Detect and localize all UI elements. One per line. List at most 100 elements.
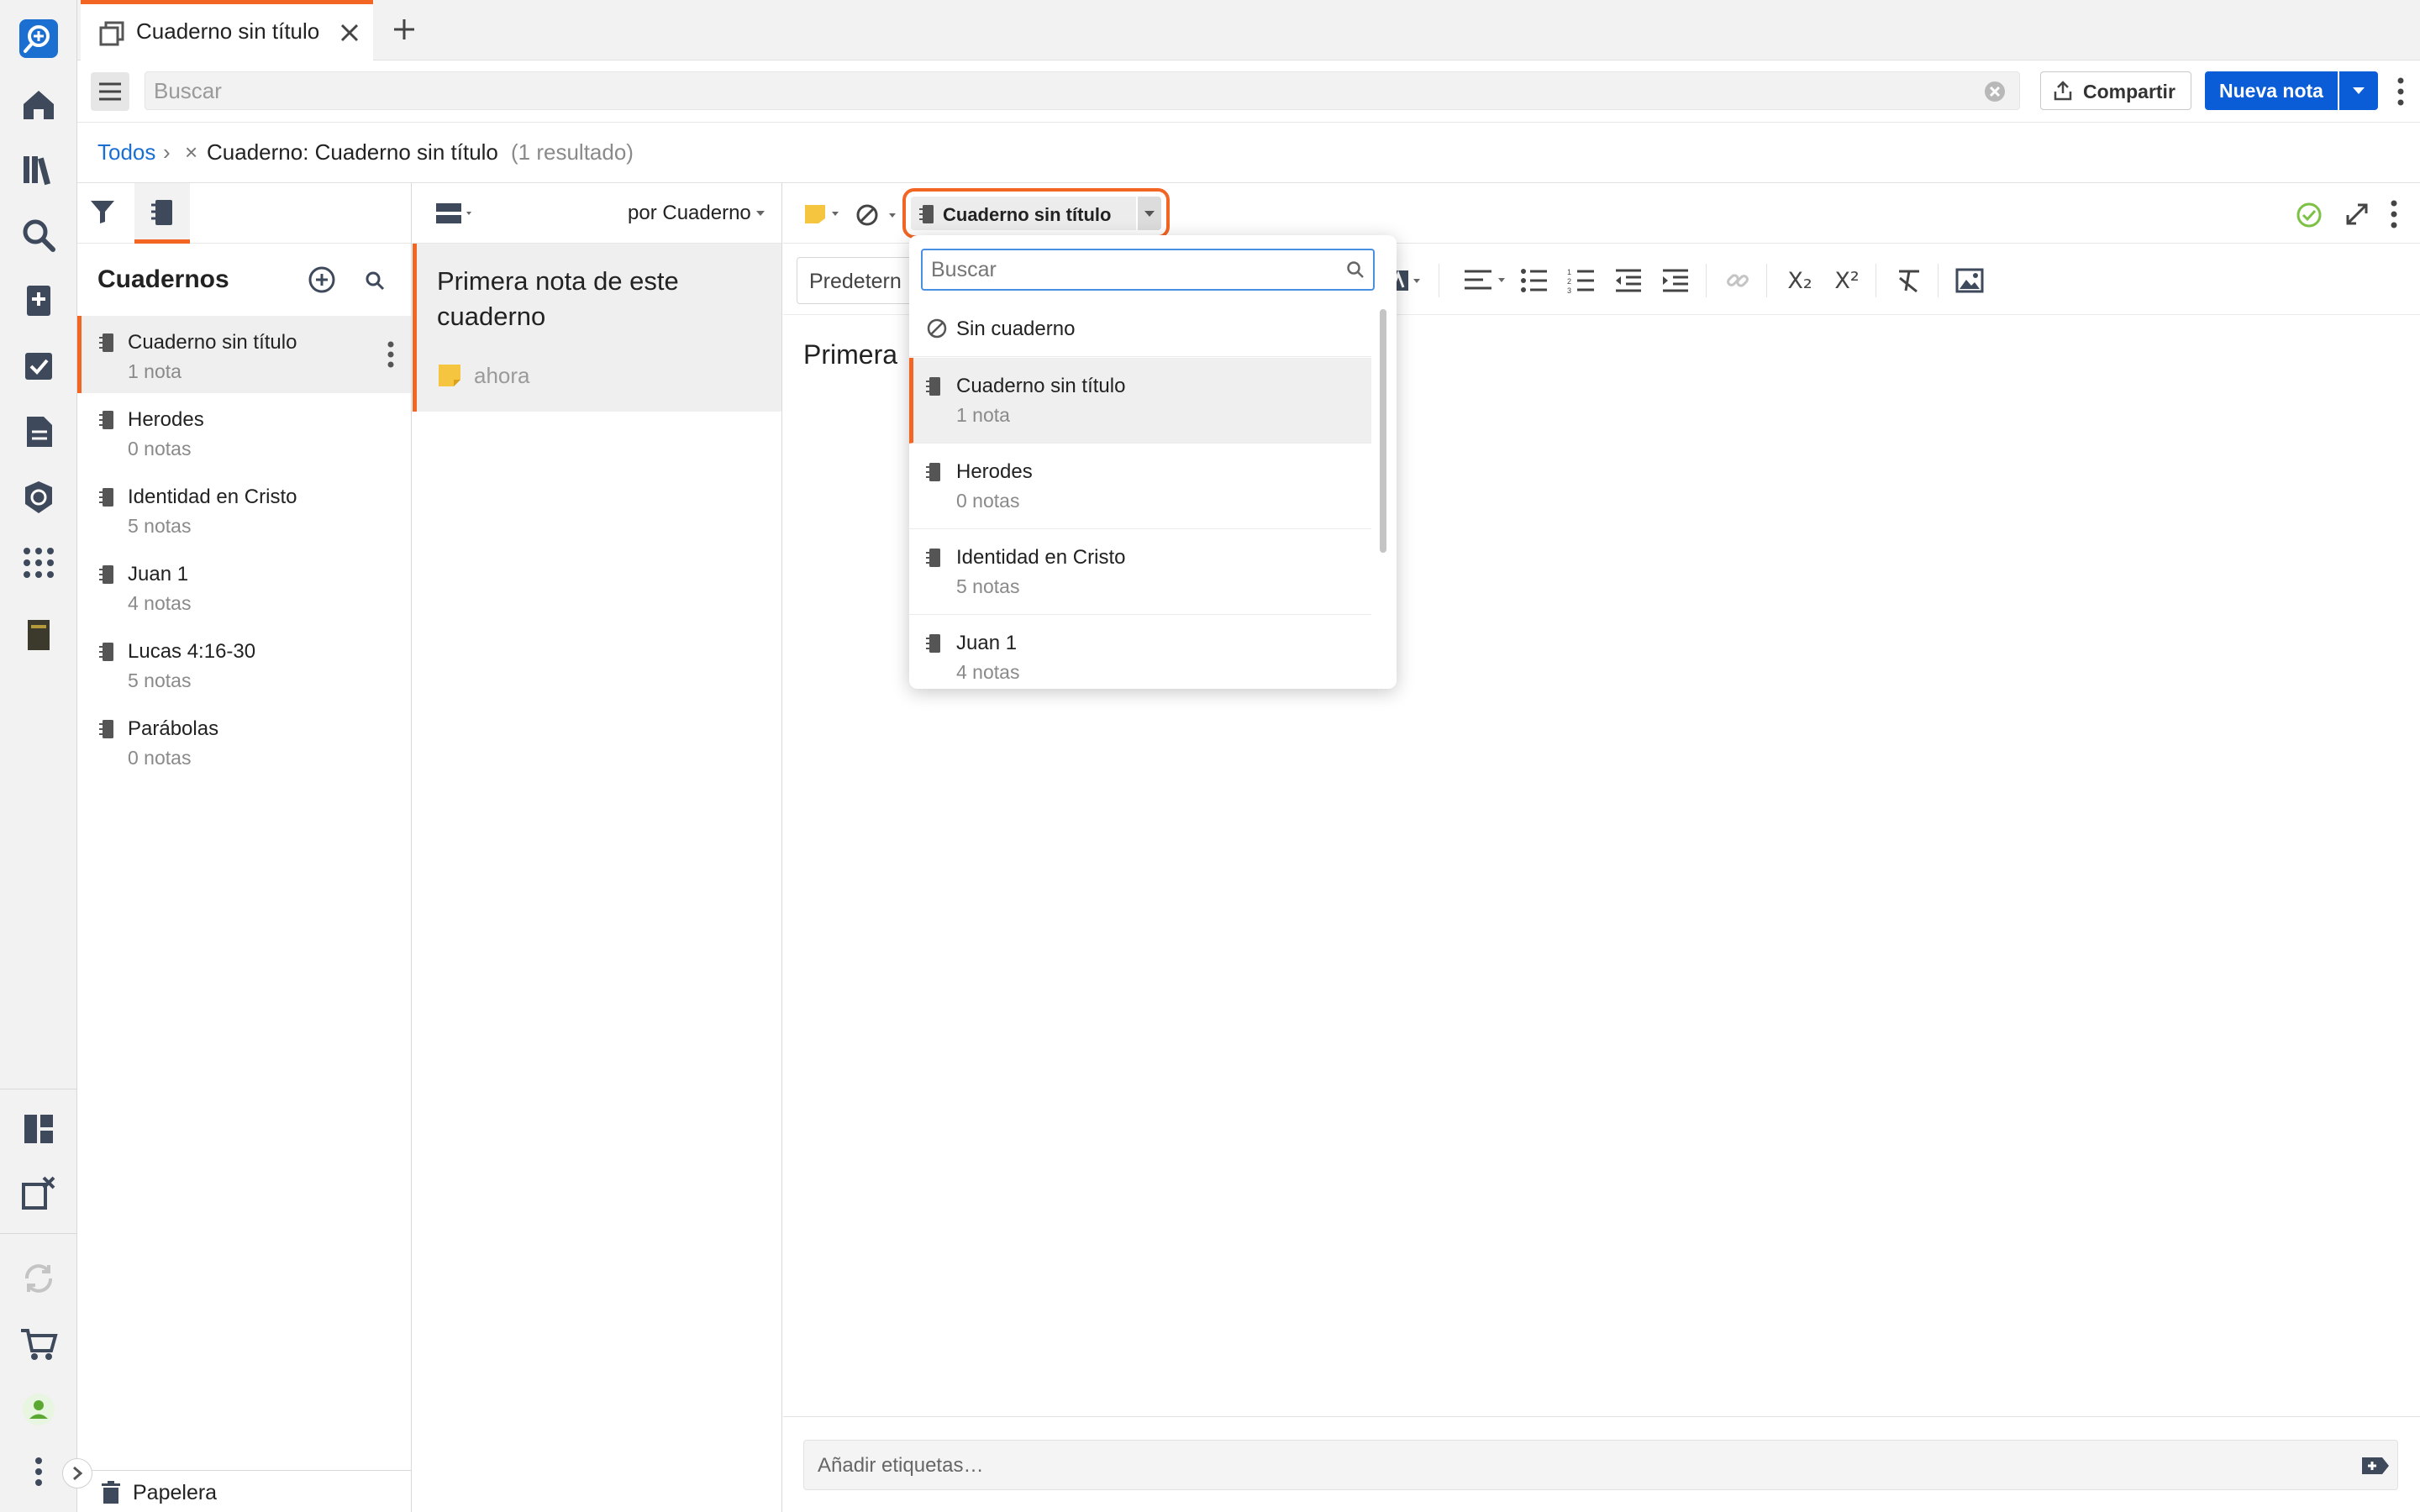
notebook-item[interactable]: Herodes 0 notas [77, 393, 411, 470]
dropdown-search-input[interactable] [931, 255, 1326, 284]
close-panels-icon[interactable] [15, 1169, 62, 1216]
new-note-dropdown-button[interactable] [2339, 71, 2378, 110]
notebook-icon [99, 642, 114, 662]
remove-filter-icon[interactable]: × [185, 139, 197, 165]
notebook-item[interactable]: Juan 1 4 notas [77, 548, 411, 625]
share-button[interactable]: Compartir [2040, 71, 2191, 110]
editor-more-icon[interactable] [2390, 200, 2398, 228]
search-input[interactable] [154, 77, 1960, 104]
tasks-icon[interactable] [15, 343, 62, 390]
tab-notes[interactable]: Cuaderno sin título [81, 0, 373, 60]
more-vertical-icon[interactable] [15, 1448, 62, 1495]
expand-rail-button[interactable] [62, 1458, 92, 1488]
notebook-item[interactable]: Cuaderno sin título 1 nota [77, 316, 411, 393]
svg-text:2: 2 [1567, 277, 1571, 286]
add-document-icon[interactable] [15, 277, 62, 324]
search-icon[interactable] [15, 212, 62, 259]
dropdown-notebook-option[interactable]: Cuaderno sin título 1 nota [909, 358, 1371, 444]
dropdown-scrollbar[interactable] [1380, 309, 1386, 553]
sticky-note-icon [437, 363, 462, 388]
notebook-item[interactable]: Identidad en Cristo 5 notas [77, 470, 411, 548]
expand-icon[interactable] [2344, 202, 2370, 227]
logos-logo-icon[interactable] [15, 15, 62, 62]
notes-tab-icon [99, 21, 126, 46]
link-icon[interactable] [1721, 264, 1754, 297]
indent-icon[interactable] [1659, 264, 1692, 297]
menu-icon[interactable] [91, 72, 129, 111]
notebook-icon [99, 719, 114, 739]
more-options-icon[interactable] [2396, 77, 2405, 106]
no-style-icon[interactable] [855, 203, 899, 227]
clear-search-icon[interactable] [1984, 81, 2006, 102]
apps-grid-icon[interactable] [15, 539, 62, 586]
notebook-more-icon[interactable] [387, 341, 394, 368]
dropdown-notebook-option[interactable]: Herodes 0 notas [909, 444, 1371, 529]
dropdown-notebook-count: 1 nota [956, 404, 1010, 426]
notebook-item[interactable]: Lucas 4:16-30 5 notas [77, 625, 411, 702]
new-note-button[interactable]: Nueva nota [2205, 71, 2338, 110]
tags-field[interactable]: Añadir etiquetas… [803, 1440, 2398, 1490]
filter-icon[interactable] [89, 198, 116, 225]
note-color-icon[interactable] [803, 203, 842, 225]
notebook-count: 5 notas [128, 669, 192, 691]
notebook-select-label: Cuaderno sin título [943, 204, 1112, 225]
notebook-count: 0 notas [128, 747, 192, 769]
align-icon[interactable] [1460, 264, 1511, 297]
atlas-icon[interactable] [15, 474, 62, 521]
bullet-list-icon[interactable] [1518, 264, 1551, 297]
dropdown-notebook-option[interactable]: Identidad en Cristo 5 notas [909, 529, 1371, 615]
book-cover-icon[interactable] [15, 612, 62, 659]
dropdown-notebook-option[interactable]: Juan 1 4 notas [909, 615, 1371, 689]
notebooks-panel: Cuadernos Cuaderno sin título 1 nota Her… [77, 183, 412, 1512]
notebook-icon [99, 333, 114, 353]
superscript-icon[interactable]: X² [1830, 264, 1864, 297]
tab-bar: Cuaderno sin título [77, 0, 2420, 60]
notebook-item[interactable]: Parábolas 0 notas [77, 702, 411, 780]
home-icon[interactable] [15, 81, 62, 128]
document-icon[interactable] [15, 408, 62, 455]
trash-item[interactable]: Papelera [77, 1470, 411, 1512]
share-icon [2053, 81, 2073, 101]
notebook-name: Cuaderno sin título [128, 331, 297, 354]
library-icon[interactable] [15, 146, 62, 193]
layouts-icon[interactable] [15, 1105, 62, 1152]
breadcrumb-all-link[interactable]: Todos [97, 139, 155, 165]
paragraph-style-select[interactable]: Predetern [797, 257, 914, 304]
insert-image-icon[interactable] [1953, 264, 1986, 297]
notebook-count: 4 notas [128, 592, 192, 614]
notebook-icon [926, 633, 941, 654]
notebook-select-dropdown[interactable] [1138, 197, 1161, 230]
notebook-name: Parábolas [128, 717, 219, 740]
numbered-list-icon[interactable]: 123 [1565, 264, 1598, 297]
no-notebook-option[interactable]: Sin cuaderno [909, 306, 1371, 356]
note-title: Primera nota de este cuaderno [437, 266, 679, 331]
user-avatar-icon[interactable] [15, 1386, 62, 1433]
add-notebook-icon[interactable] [308, 265, 336, 294]
add-tag-icon[interactable] [2360, 1454, 2391, 1478]
close-tab-icon[interactable] [339, 23, 360, 43]
notebooks-tab[interactable] [134, 183, 190, 244]
sort-select[interactable]: por Cuaderno [628, 202, 751, 225]
dropdown-notebook-count: 0 notas [956, 490, 1020, 512]
note-item[interactable]: Primera nota de este cuaderno ahora [413, 244, 781, 412]
search-notebooks-icon[interactable] [365, 270, 385, 291]
notebook-name: Juan 1 [128, 563, 189, 585]
notes-toolbar: Compartir Nueva nota [77, 60, 2420, 123]
breadcrumb-filter: Cuaderno: Cuaderno sin título [207, 139, 498, 165]
dropdown-notebook-name: Cuaderno sin título [956, 375, 1126, 397]
notebook-count: 0 notas [128, 438, 192, 459]
dropdown-notebook-name: Herodes [956, 460, 1033, 483]
subscript-icon[interactable]: X₂ [1783, 264, 1817, 297]
trash-icon [101, 1481, 121, 1504]
new-tab-icon[interactable] [392, 17, 417, 42]
note-body[interactable]: Primera [803, 339, 897, 370]
notebook-icon [99, 487, 114, 507]
view-mode-icon[interactable] [434, 202, 476, 225]
notebook-select-button[interactable]: Cuaderno sin título [911, 197, 1136, 230]
outdent-icon[interactable] [1612, 264, 1645, 297]
cart-icon[interactable] [15, 1320, 62, 1368]
sync-icon[interactable] [15, 1255, 62, 1302]
svg-text:1: 1 [1567, 268, 1571, 276]
notebook-count: 1 nota [128, 360, 182, 382]
clear-formatting-icon[interactable] [1892, 264, 1926, 297]
